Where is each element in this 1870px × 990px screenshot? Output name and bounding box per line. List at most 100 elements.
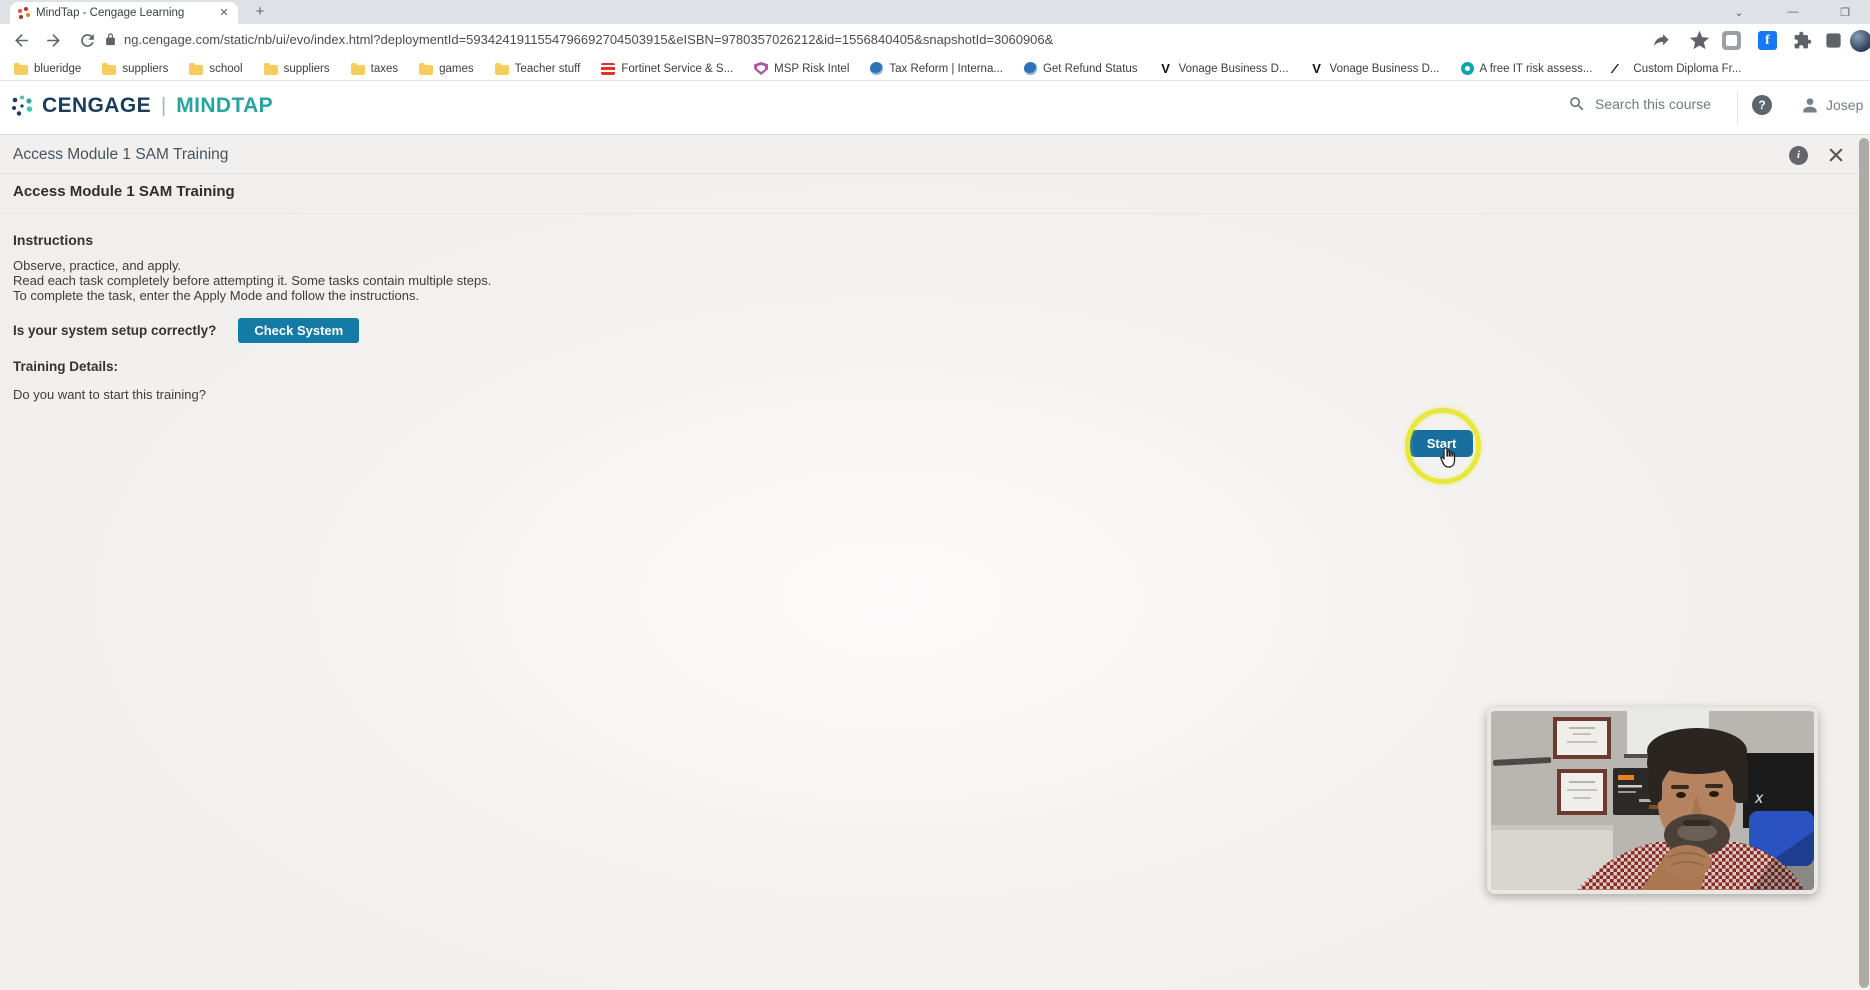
bookmark-label: taxes [370,62,399,75]
product-text: MINDTAP [176,94,274,117]
tab-search-chevron-icon[interactable]: ⌄ [1722,0,1756,24]
bookmarks-bar: blueridge suppliers school suppliers taxes ga… [0,57,1870,81]
folder-icon [494,62,509,75]
info-icon[interactable]: i [1789,146,1808,165]
browser-tab-strip: MindTap - Cengage Learning ✕ + ⌄ — ❐ [0,0,1870,24]
check-system-button[interactable]: Check System [238,318,360,343]
system-check-row: Is your system setup correctly? Check Sy… [13,318,360,343]
user-name: Josep [1826,97,1864,113]
training-details-heading: Training Details: [13,359,119,374]
content-divider [0,213,1858,214]
search-label: Search this course [1595,96,1711,112]
bookmark-item[interactable]: suppliers [102,62,169,75]
activity-title-bar: Access Module 1 SAM Training i [0,136,1870,174]
diploma-icon: ∕∕ [1613,61,1615,76]
browser-tab[interactable]: MindTap - Cengage Learning ✕ [10,2,238,24]
brand-divider: | [160,94,167,117]
eye-icon [1460,62,1474,75]
header-divider [1737,91,1738,125]
instruction-line: Observe, practice, and apply. [13,258,182,273]
bookmark-item[interactable]: V Vonage Business D... [1310,61,1439,76]
instruction-line: To complete the task, enter the Apply Mo… [13,288,420,303]
webcam-overlay: X [1487,707,1818,894]
bookmark-label: Custom Diploma Fr... [1633,62,1742,75]
cengage-favicon [17,6,30,20]
bookmark-label: games [439,62,474,75]
page-scrollbar[interactable] [1858,136,1870,990]
bookmark-item[interactable]: Tax Reform | Interna... [870,62,1003,75]
forward-icon[interactable] [44,31,63,50]
bookmark-star-icon[interactable] [1690,31,1709,50]
window-minimize-icon[interactable]: — [1776,0,1810,24]
tab-close-icon[interactable]: ✕ [217,6,231,20]
system-question: Is your system setup correctly? [13,323,217,338]
bookmark-item[interactable]: school [189,62,243,75]
fortinet-icon [601,62,616,75]
close-icon[interactable] [1826,145,1846,165]
shield-icon [754,62,769,75]
course-search[interactable]: Search this course [1568,95,1711,113]
brand-text: CENGAGE [42,94,151,117]
bookmark-label: Fortinet Service & S... [621,62,734,75]
bookmark-item[interactable]: MSP Risk Intel [754,62,849,75]
bookmark-label: Teacher stuff [514,62,581,75]
bookmark-label: Tax Reform | Interna... [889,62,1003,75]
folder-icon [263,62,278,75]
folder-icon [189,62,204,75]
url-bar[interactable]: ng.cengage.com/static/nb/ui/evo/index.ht… [124,32,1634,47]
irs-icon [870,62,884,75]
search-icon [1570,97,1584,111]
activity-title: Access Module 1 SAM Training [13,146,229,163]
share-icon[interactable] [1652,31,1671,50]
bookmark-label: Get Refund Status [1042,62,1138,75]
new-tab-button[interactable]: + [252,4,268,20]
app-header: CENGAGE | MINDTAP Search this course ? J… [0,81,1870,135]
bookmark-label: suppliers [122,62,169,75]
bookmark-label: suppliers [283,62,330,75]
facebook-extension-icon[interactable]: f [1758,31,1777,50]
person-icon [1803,98,1817,113]
folder-icon [14,62,28,75]
folder-icon [350,62,365,75]
bookmark-label: school [209,62,243,75]
scrollbar-thumb[interactable] [1859,138,1869,988]
bookmark-item[interactable]: blueridge [14,62,82,75]
bookmark-item[interactable]: Teacher stuff [494,62,581,75]
bookmark-item[interactable]: Get Refund Status [1023,62,1138,75]
profile-avatar[interactable] [1850,30,1870,52]
hand-cursor-icon [1437,446,1461,472]
bookmark-item[interactable]: ∕∕ Custom Diploma Fr... [1613,62,1741,75]
folder-icon [102,62,117,75]
bookmark-item[interactable]: taxes [350,62,399,75]
reload-icon[interactable] [78,31,97,50]
printer-extension-icon[interactable] [1722,31,1741,50]
back-icon[interactable] [12,31,31,50]
bookmark-label: blueridge [34,62,82,75]
cengage-mindtap-logo[interactable]: CENGAGE | MINDTAP [10,94,273,118]
instruction-line: Read each task completely before attempt… [13,273,492,288]
side-panel-icon[interactable] [1824,31,1843,50]
folder-icon [419,62,434,75]
webcam-video: X [1491,711,1814,890]
bookmark-label: Vonage Business D... [1178,62,1289,75]
bookmark-item[interactable]: games [419,62,474,75]
bookmark-item[interactable]: Fortinet Service & S... [601,62,734,75]
vonage-icon: V [1312,61,1321,76]
cengage-logo-icon [12,95,33,116]
browser-toolbar: ng.cengage.com/static/nb/ui/evo/index.ht… [0,24,1870,57]
extensions-puzzle-icon[interactable] [1793,31,1812,50]
svg-text:X: X [1754,792,1764,806]
lock-icon[interactable] [103,32,118,47]
content-heading: Access Module 1 SAM Training [13,183,235,200]
irs-icon [1023,62,1037,75]
bookmark-item[interactable]: V Vonage Business D... [1159,62,1289,75]
instructions-text: Observe, practice, and apply. Read each … [13,258,491,303]
bookmark-item[interactable]: suppliers [263,62,330,75]
bookmark-item[interactable]: A free IT risk assess... [1460,62,1592,75]
window-restore-icon[interactable]: ❐ [1828,0,1862,24]
tab-title: MindTap - Cengage Learning [36,7,185,19]
user-menu[interactable]: Josep [1800,95,1863,115]
help-icon[interactable]: ? [1752,95,1772,115]
training-question: Do you want to start this training? [13,387,206,402]
bookmark-label: MSP Risk Intel [774,62,850,75]
